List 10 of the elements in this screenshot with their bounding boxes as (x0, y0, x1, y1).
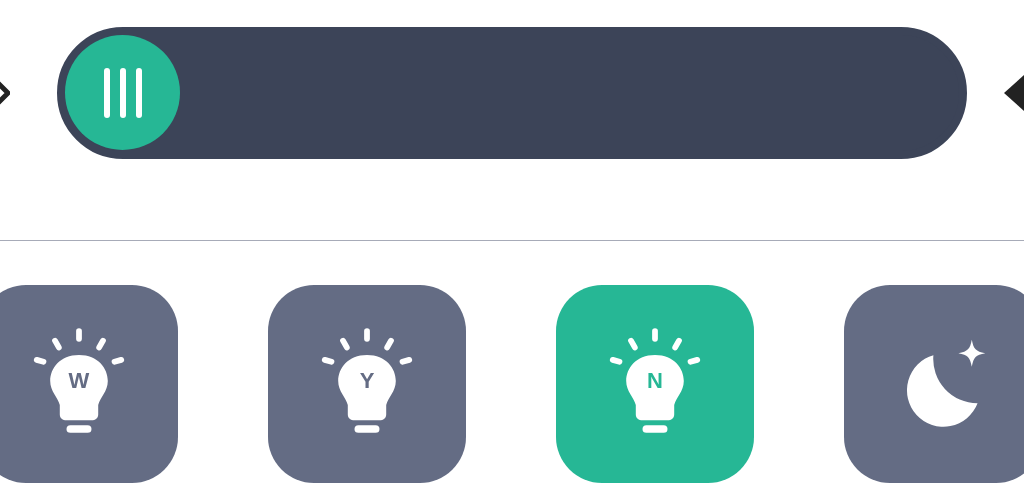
bulb-label: W (67, 370, 91, 392)
arrow-icon[interactable] (1004, 73, 1024, 113)
lightbulb-icon (319, 328, 415, 434)
lightbulb-icon (607, 328, 703, 434)
lightbulb-icon (31, 328, 127, 434)
light-mode-button[interactable]: Y (268, 285, 466, 483)
bulb-label: N (646, 370, 664, 392)
light-mode-button[interactable]: W (0, 285, 178, 483)
bulb-label: Y (358, 370, 376, 392)
night-mode-button[interactable] (844, 285, 1024, 483)
